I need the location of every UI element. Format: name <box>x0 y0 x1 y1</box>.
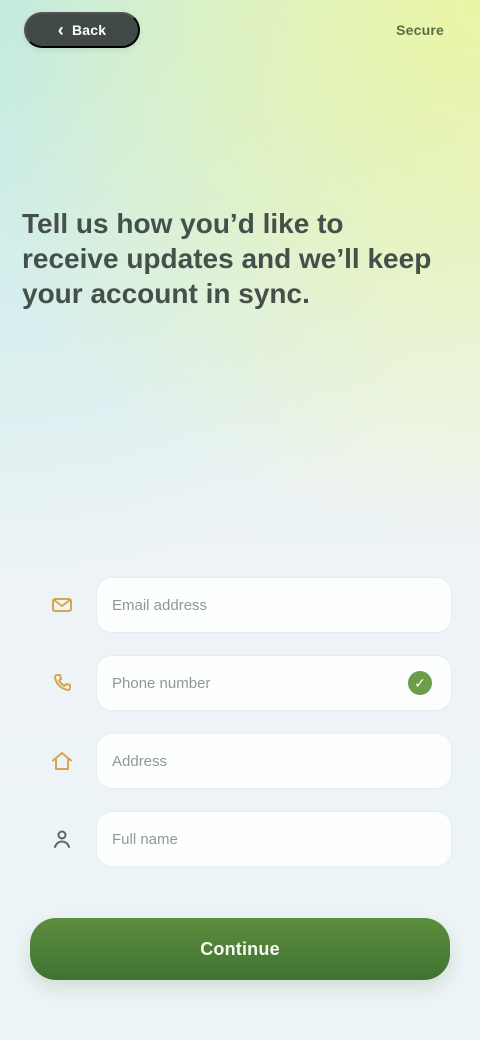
screen: ‹ Back Secure Tell us how you’d like to … <box>0 0 480 1040</box>
address-row <box>28 722 460 800</box>
phone-input[interactable] <box>110 673 438 693</box>
email-input[interactable] <box>110 595 438 615</box>
continue-button[interactable]: Continue <box>30 918 450 980</box>
phone-row: ✓ <box>28 644 460 722</box>
status-text: Secure <box>396 22 444 38</box>
back-button-label: Back <box>71 22 107 38</box>
mail-icon <box>46 589 78 621</box>
address-input[interactable] <box>110 751 438 771</box>
home-icon <box>46 745 78 777</box>
address-field <box>96 733 452 789</box>
intro-text: Tell us how you’d like to receive update… <box>22 208 432 309</box>
name-input[interactable] <box>110 829 438 849</box>
check-icon: ✓ <box>408 671 432 695</box>
email-field <box>96 577 452 633</box>
user-icon <box>46 823 78 855</box>
phone-field <box>96 655 452 711</box>
name-row <box>28 800 460 878</box>
name-field <box>96 811 452 867</box>
email-row <box>28 566 460 644</box>
chevron-left-icon: ‹ <box>57 20 64 40</box>
contact-form: ✓ <box>28 566 460 878</box>
back-button[interactable]: ‹ Back <box>24 12 140 48</box>
top-bar: ‹ Back Secure <box>24 10 444 52</box>
phone-icon <box>46 667 78 699</box>
